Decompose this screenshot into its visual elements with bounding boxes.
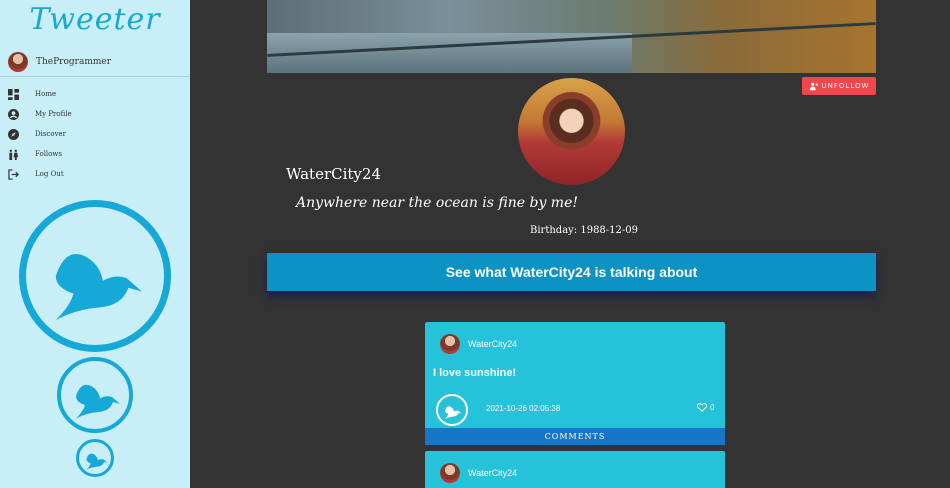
- cover-photo: [267, 0, 876, 73]
- post-timestamp: 2021-10-26 02:05:38: [486, 404, 561, 413]
- person-remove-icon: [809, 82, 818, 90]
- profile-name: WaterCity24: [286, 165, 381, 183]
- post-header[interactable]: WaterCity24: [440, 334, 517, 354]
- comments-button[interactable]: COMMENTS: [425, 428, 725, 445]
- sidebar-item-my-profile[interactable]: My Profile: [8, 104, 72, 124]
- bird-icon: [55, 253, 143, 321]
- logout-icon: [8, 168, 19, 180]
- sidebar: Tweeter TheProgrammer Home My Profile Di…: [0, 0, 190, 488]
- bird-icon: [86, 453, 108, 470]
- sidebar-item-follows[interactable]: Follows: [8, 144, 72, 164]
- heart-icon: [697, 403, 707, 412]
- profile-birthday: Birthday: 1988-12-09: [530, 225, 639, 236]
- post-author: WaterCity24: [468, 468, 518, 478]
- post-author: WaterCity24: [468, 339, 518, 349]
- post-card: WaterCity24: [425, 451, 725, 488]
- sidebar-user[interactable]: TheProgrammer: [8, 51, 111, 73]
- talk-banner: See what WaterCity24 is talking about: [267, 253, 876, 291]
- sidebar-item-label: My Profile: [35, 110, 72, 118]
- sidebar-item-label: Discover: [35, 130, 67, 138]
- post-card: WaterCity24 I love sunshine! 2021-10-26 …: [425, 322, 725, 445]
- bird-icon: [444, 406, 462, 420]
- sidebar-item-label: Home: [35, 90, 57, 98]
- dashboard-icon: [8, 88, 19, 100]
- avatar: [440, 463, 460, 483]
- post-header[interactable]: WaterCity24: [440, 463, 517, 483]
- sidebar-item-logout[interactable]: Log Out: [8, 164, 72, 184]
- sidebar-item-label: Follows: [35, 150, 62, 158]
- people-icon: [9, 149, 19, 160]
- like-count: 0: [710, 403, 715, 412]
- sidebar-nav: Home My Profile Discover Follows Log Out: [8, 84, 72, 184]
- avatar: [440, 334, 460, 354]
- sidebar-username: TheProgrammer: [36, 57, 112, 67]
- profile-avatar: [518, 78, 625, 185]
- bird-logo-large: [19, 200, 171, 352]
- like-button[interactable]: 0: [697, 403, 714, 412]
- compass-icon: [8, 128, 19, 140]
- brand-logo[interactable]: Tweeter: [0, 2, 190, 37]
- unfollow-label: UNFOLLOW: [821, 82, 870, 90]
- unfollow-button[interactable]: UNFOLLOW: [802, 77, 876, 95]
- post-text: I love sunshine!: [433, 367, 517, 379]
- bird-logo-medium: [57, 357, 133, 433]
- sidebar-item-discover[interactable]: Discover: [8, 124, 72, 144]
- user-circle-icon: [8, 108, 19, 120]
- bird-icon-badge: [436, 394, 468, 426]
- avatar: [8, 52, 28, 72]
- profile-bio: Anywhere near the ocean is fine by me!: [296, 195, 578, 211]
- sidebar-item-home[interactable]: Home: [8, 84, 72, 104]
- bird-icon: [76, 384, 120, 419]
- divider: [0, 76, 190, 77]
- bird-logo-small: [76, 439, 114, 477]
- sidebar-item-label: Log Out: [35, 170, 64, 178]
